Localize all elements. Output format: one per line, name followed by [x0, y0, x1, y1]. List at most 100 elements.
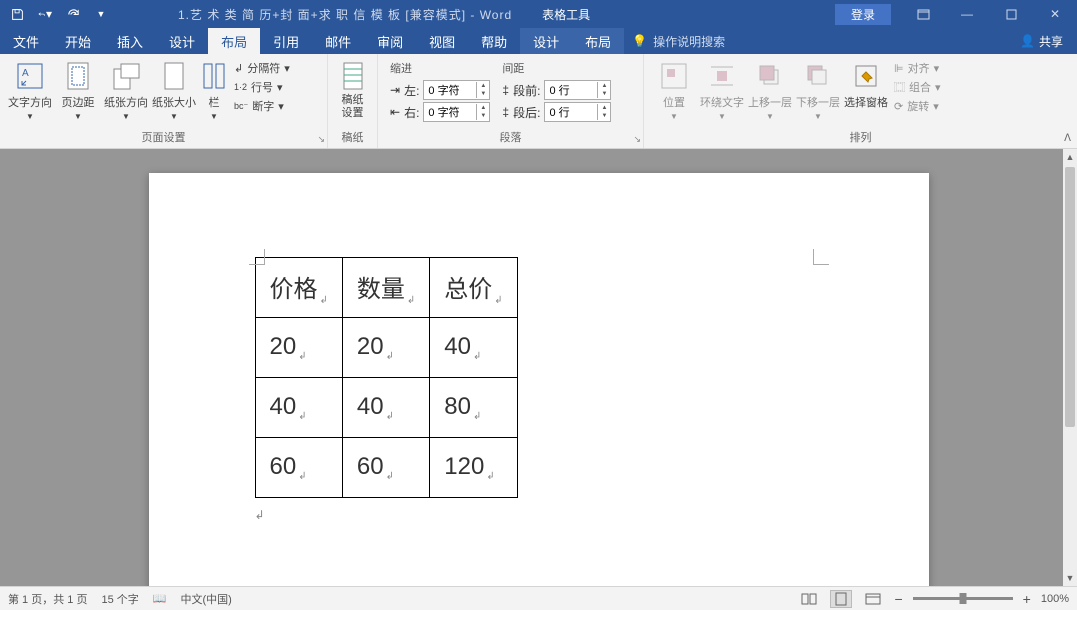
backward-icon — [802, 60, 834, 92]
scroll-thumb[interactable] — [1065, 167, 1075, 427]
align-button[interactable]: ⊫对齐 ▾ — [894, 60, 941, 76]
text-direction-button[interactable]: A 文字方向▼ — [6, 58, 54, 123]
breaks-button[interactable]: ↲分隔符 ▾ — [234, 60, 290, 76]
margin-corner-tr — [813, 249, 829, 265]
selection-pane-label: 选择窗格 — [844, 94, 888, 110]
redo-icon[interactable] — [66, 7, 80, 21]
zoom-in-button[interactable]: + — [1023, 591, 1031, 607]
hyphenation-button[interactable]: bc⁻断字 ▾ — [234, 98, 290, 114]
vertical-scrollbar[interactable]: ▲ ▼ — [1063, 149, 1077, 586]
margins-button[interactable]: 页边距▼ — [54, 58, 102, 123]
indent-left-icon: ⇥ — [390, 83, 400, 97]
wrap-label: 环绕文字 — [700, 94, 744, 110]
wrap-button[interactable]: 环绕文字▼ — [698, 58, 746, 123]
scroll-up-icon[interactable]: ▲ — [1063, 149, 1077, 165]
table-row: 60↲ 60↲ 120↲ — [255, 438, 517, 498]
read-mode-icon[interactable] — [798, 590, 820, 608]
paragraph-launcher-icon[interactable]: ↘ — [633, 134, 641, 145]
status-bar: 第 1 页，共 1 页 15 个字 📖 中文(中国) − + 100% — [0, 586, 1077, 610]
columns-label: 栏 — [209, 94, 220, 110]
size-button[interactable]: 纸张大小▼ — [150, 58, 198, 123]
scroll-down-icon[interactable]: ▼ — [1063, 570, 1077, 586]
zoom-slider[interactable] — [913, 597, 1013, 600]
group-button[interactable]: ⿴组合 ▾ — [894, 79, 941, 95]
rotate-button[interactable]: ⟳旋转 ▾ — [894, 98, 941, 114]
share-label: 共享 — [1039, 33, 1063, 50]
tab-references[interactable]: 引用 — [260, 28, 312, 54]
orientation-button[interactable]: 纸张方向▼ — [102, 58, 150, 123]
tab-table-design[interactable]: 设计 — [520, 28, 572, 54]
tab-view[interactable]: 视图 — [416, 28, 468, 54]
selection-pane-button[interactable]: 选择窗格 — [842, 58, 890, 112]
indent-right-input[interactable]: ▲▼ — [423, 102, 490, 122]
document-table[interactable]: 价格↲ 数量↲ 总价↲ 20↲ 20↲ 40↲ 40↲ 40↲ 80↲ 60↲ … — [255, 257, 518, 498]
tab-help[interactable]: 帮助 — [468, 28, 520, 54]
margins-label: 页边距 — [62, 94, 95, 110]
login-button[interactable]: 登录 — [835, 4, 891, 25]
table-row: 40↲ 40↲ 80↲ — [255, 378, 517, 438]
collapse-ribbon-icon[interactable]: ᐱ — [1064, 133, 1071, 144]
tell-me-search[interactable]: 💡操作说明搜索 — [632, 28, 725, 54]
ribbon-display-icon[interactable] — [901, 0, 945, 28]
position-icon — [658, 60, 690, 92]
group-label-paragraph: 段落 — [500, 132, 522, 144]
line-numbers-button[interactable]: 1·2行号 ▾ — [234, 79, 290, 95]
language-indicator[interactable]: 中文(中国) — [180, 591, 231, 607]
save-icon[interactable] — [10, 7, 24, 21]
line-numbers-icon: 1·2 — [234, 82, 247, 92]
word-count[interactable]: 15 个字 — [101, 591, 138, 607]
group-page-setup: A 文字方向▼ 页边距▼ 纸张方向▼ 纸张大小▼ 栏▼ ↲分隔符 ▾ 1·2 — [0, 54, 328, 148]
tab-design[interactable]: 设计 — [156, 28, 208, 54]
position-button[interactable]: 位置▼ — [650, 58, 698, 123]
share-icon: 👤 — [1020, 34, 1035, 48]
group-manuscript: 稿纸 设置 稿纸 — [328, 54, 378, 148]
minimize-icon[interactable]: — — [945, 0, 989, 28]
manuscript-button[interactable]: 稿纸 设置 — [334, 58, 371, 122]
size-icon — [158, 60, 190, 92]
quick-access-toolbar: ▾ ▼ — [0, 7, 118, 21]
close-icon[interactable]: ✕ — [1033, 0, 1077, 28]
ribbon-tabs: 文件 开始 插入 设计 布局 引用 邮件 审阅 视图 帮助 设计 布局 💡操作说… — [0, 28, 1077, 54]
document-page[interactable]: 价格↲ 数量↲ 总价↲ 20↲ 20↲ 40↲ 40↲ 40↲ 80↲ 60↲ … — [149, 173, 929, 586]
tab-home[interactable]: 开始 — [52, 28, 104, 54]
manuscript-icon — [337, 60, 369, 92]
tab-layout[interactable]: 布局 — [208, 28, 260, 54]
svg-text:A: A — [22, 68, 29, 79]
qat-customize-icon[interactable]: ▼ — [94, 7, 108, 21]
tab-file[interactable]: 文件 — [0, 28, 52, 54]
zoom-level[interactable]: 100% — [1041, 593, 1069, 605]
spacing-before-icon: ‡ — [502, 83, 509, 97]
manuscript-label: 稿纸 设置 — [342, 94, 364, 120]
margin-corner-tl — [249, 249, 265, 265]
tab-mail[interactable]: 邮件 — [312, 28, 364, 54]
undo-icon[interactable]: ▾ — [38, 7, 52, 21]
selection-pane-icon — [850, 60, 882, 92]
print-layout-icon[interactable] — [830, 590, 852, 608]
web-layout-icon[interactable] — [862, 590, 884, 608]
group-icon: ⿴ — [894, 79, 905, 95]
backward-button[interactable]: 下移一层▼ — [794, 58, 842, 123]
spacing-before-input[interactable]: ▲▼ — [544, 80, 611, 100]
tab-insert[interactable]: 插入 — [104, 28, 156, 54]
tab-review[interactable]: 审阅 — [364, 28, 416, 54]
group-label-manuscript: 稿纸 — [342, 132, 364, 144]
spacing-after-input[interactable]: ▲▼ — [544, 102, 611, 122]
indent-left-input[interactable]: ▲▼ — [423, 80, 490, 100]
page-setup-launcher-icon[interactable]: ↘ — [317, 134, 325, 145]
align-icon: ⊫ — [894, 62, 904, 75]
page-indicator[interactable]: 第 1 页，共 1 页 — [8, 591, 87, 607]
share-button[interactable]: 👤 共享 — [1006, 28, 1077, 54]
group-paragraph: 缩进 ⇥左: ▲▼ ⇤右: ▲▼ 间距 ‡段前: ▲▼ ‡段后: ▲▼ 段落↘ — [378, 54, 644, 148]
rotate-label: 旋转 — [907, 98, 929, 114]
forward-button[interactable]: 上移一层▼ — [746, 58, 794, 123]
rotate-icon: ⟳ — [894, 100, 903, 113]
hyphenation-label: 断字 — [252, 98, 274, 114]
indent-header: 缩进 — [390, 60, 490, 76]
tab-table-layout[interactable]: 布局 — [572, 28, 624, 54]
line-numbers-label: 行号 — [251, 79, 273, 95]
spellcheck-icon[interactable]: 📖 — [153, 592, 167, 605]
zoom-out-button[interactable]: − — [894, 591, 902, 607]
maximize-icon[interactable] — [989, 0, 1033, 28]
columns-button[interactable]: 栏▼ — [198, 58, 230, 123]
breaks-icon: ↲ — [234, 62, 243, 75]
